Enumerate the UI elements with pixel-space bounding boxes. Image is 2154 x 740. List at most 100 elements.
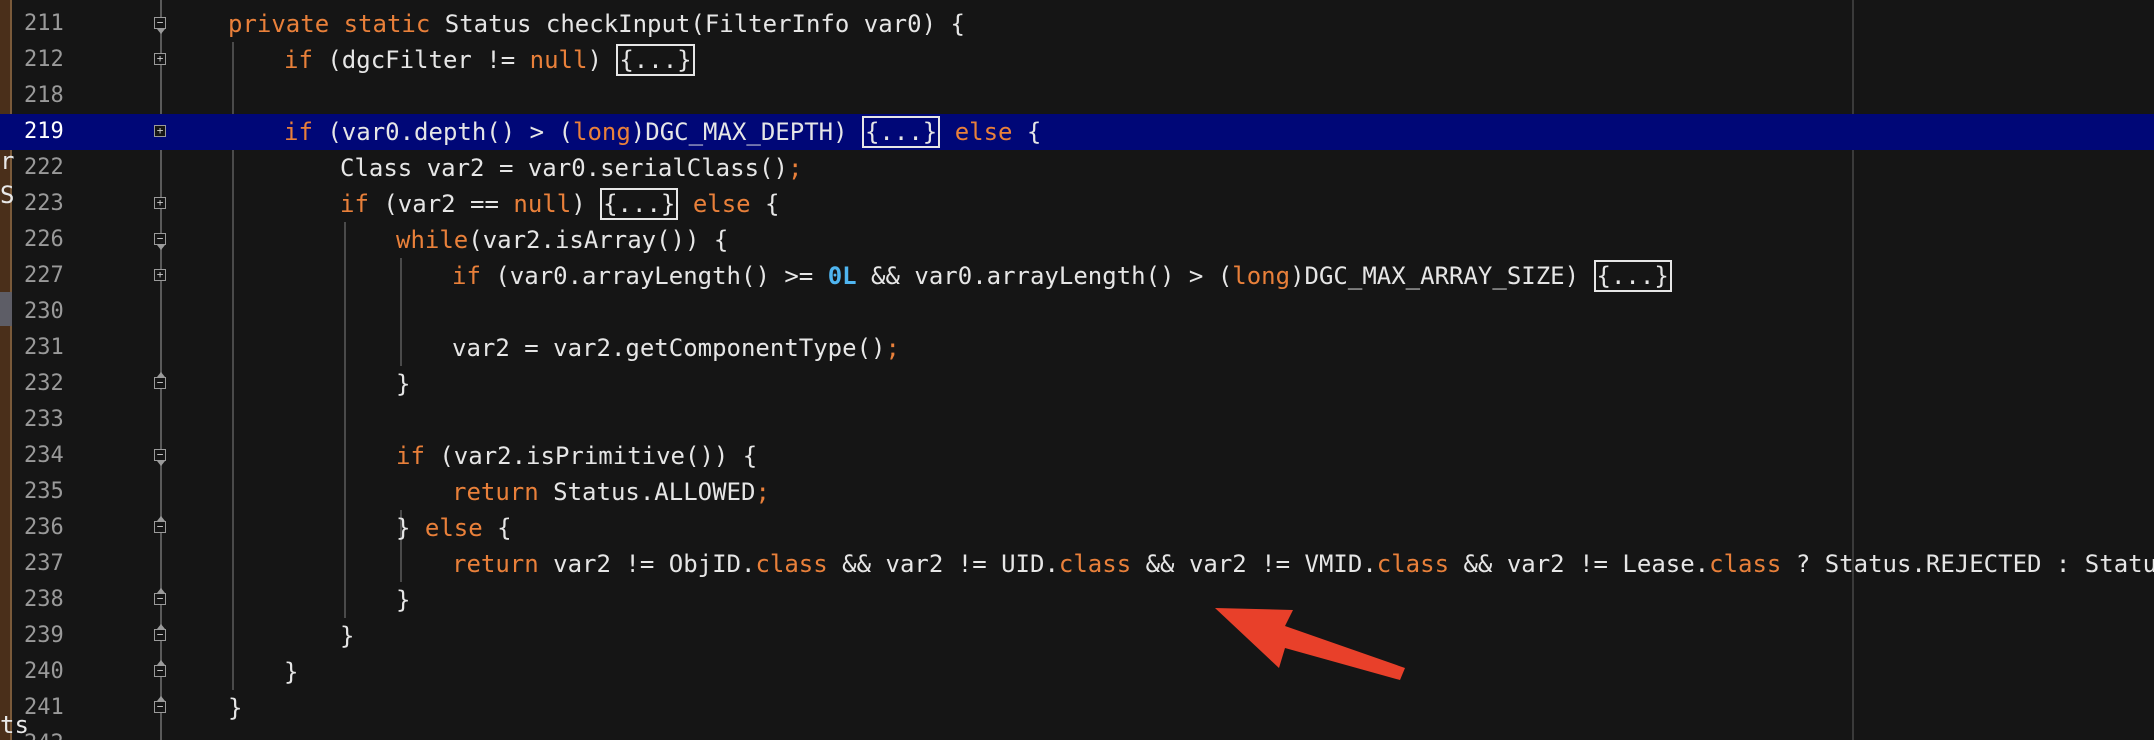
line-number[interactable]: 211 <box>24 6 84 42</box>
code-text[interactable]: } <box>228 690 242 726</box>
code-line[interactable]: 239 −} <box>0 618 2154 654</box>
code-line[interactable]: 241 −} <box>0 690 2154 726</box>
line-number[interactable]: 219 <box>24 114 84 150</box>
code-token: { <box>482 514 512 542</box>
keyword-token: long <box>1232 262 1291 290</box>
code-text[interactable]: private static Status checkInput(FilterI… <box>228 6 965 42</box>
code-line[interactable]: 212 + if (dgcFilter != null) {...} <box>0 42 2154 78</box>
line-number[interactable]: 236 <box>24 510 84 546</box>
code-token: Status checkInput(FilterInfo var0) { <box>430 10 965 38</box>
line-number[interactable]: 235 <box>24 474 84 510</box>
code-text[interactable]: var2 = var2.getComponentType(); <box>452 330 900 366</box>
code-token: )DGC_MAX_DEPTH) <box>630 118 862 146</box>
fold-end-icon[interactable]: − <box>154 624 166 641</box>
code-token: )DGC_MAX_ARRAY_SIZE) <box>1290 262 1594 290</box>
fold-expand-icon[interactable]: + <box>154 53 166 65</box>
code-text[interactable]: if (var0.arrayLength() >= 0L && var0.arr… <box>452 258 1672 294</box>
code-token: { <box>750 190 780 218</box>
line-number[interactable]: 239 <box>24 618 84 654</box>
line-number[interactable]: 212 <box>24 42 84 78</box>
fold-collapse-icon[interactable]: − <box>154 233 166 250</box>
code-token: (var2.isPrimitive()) { <box>424 442 758 470</box>
code-text[interactable]: if (var0.depth() > (long)DGC_MAX_DEPTH) … <box>284 114 1041 150</box>
folded-block-button[interactable]: {...} <box>616 44 695 76</box>
code-text[interactable]: } <box>284 654 298 690</box>
code-line[interactable]: 222 Class var2 = var0.serialClass(); <box>0 150 2154 186</box>
code-line[interactable]: 230 <box>0 294 2154 330</box>
line-number[interactable]: 231 <box>24 330 84 366</box>
code-text[interactable]: return var2 != ObjID.class && var2 != UI… <box>452 546 2154 582</box>
code-text[interactable]: } <box>396 366 410 402</box>
code-line[interactable]: 236 − } else { <box>0 510 2154 546</box>
line-number[interactable]: 237 <box>24 546 84 582</box>
code-line[interactable]: 211 − private static Status checkInput(Fil… <box>0 6 2154 42</box>
folded-block-button[interactable]: {...} <box>861 116 941 148</box>
code-line[interactable]: 232 −} <box>0 366 2154 402</box>
keyword-token: ; <box>755 478 770 506</box>
keyword-token: if <box>284 46 313 74</box>
code-text[interactable]: } <box>396 582 410 618</box>
code-line[interactable]: 218 <box>0 78 2154 114</box>
code-line[interactable]: 238 −} <box>0 582 2154 618</box>
fold-end-icon[interactable]: − <box>154 660 166 677</box>
line-number[interactable]: 240 <box>24 654 84 690</box>
code-token: var2 != ObjID. <box>538 550 756 578</box>
line-number[interactable]: 241 <box>24 690 84 726</box>
line-number[interactable]: 222 <box>24 150 84 186</box>
line-number[interactable]: 226 <box>24 222 84 258</box>
keyword-token: ; <box>885 334 900 362</box>
fold-end-icon[interactable]: − <box>154 372 166 389</box>
code-token: && var2 != VMID. <box>1131 550 1377 578</box>
line-number[interactable]: 238 <box>24 582 84 618</box>
code-line[interactable]: 242 <box>0 726 2154 740</box>
code-line[interactable]: 219 + if (var0.depth() > (long)DGC_MAX_DEP… <box>0 114 2154 150</box>
code-token: Class var2 = var0.serialClass() <box>340 154 788 182</box>
line-number[interactable]: 227 <box>24 258 84 294</box>
code-token: && var0.arrayLength() > ( <box>856 262 1233 290</box>
fold-collapse-icon[interactable]: − <box>154 449 166 466</box>
code-text[interactable]: while(var2.isArray()) { <box>396 222 728 258</box>
code-line[interactable]: 223 + if (var2 == null) {...} else { <box>0 186 2154 222</box>
code-text[interactable]: } else { <box>396 510 512 546</box>
fold-end-icon[interactable]: − <box>154 588 166 605</box>
keyword-token: else <box>954 118 1013 146</box>
code-line[interactable]: 235 return Status.ALLOWED; <box>0 474 2154 510</box>
line-number[interactable]: 234 <box>24 438 84 474</box>
fold-end-icon[interactable]: − <box>154 696 166 713</box>
code-text[interactable]: if (var2.isPrimitive()) { <box>396 438 757 474</box>
fold-end-icon[interactable]: − <box>154 516 166 533</box>
code-editor[interactable]: r S ts 211− private static Status checkIn… <box>0 0 2154 740</box>
code-line[interactable]: 237 return var2 != ObjID.class && var2 !=… <box>0 546 2154 582</box>
folded-block-button[interactable]: {...} <box>1593 260 1672 292</box>
code-token: } <box>340 622 355 650</box>
line-number[interactable]: 223 <box>24 186 84 222</box>
code-token: (var2 == <box>368 190 514 218</box>
code-text[interactable]: Class var2 = var0.serialClass(); <box>340 150 802 186</box>
code-text[interactable]: if (var2 == null) {...} else { <box>340 186 780 222</box>
keyword-token: if <box>452 262 481 290</box>
code-line[interactable]: 231 var2 = var2.getComponentType(); <box>0 330 2154 366</box>
fold-expand-icon[interactable]: + <box>154 269 166 281</box>
code-line[interactable]: 240 −} <box>0 654 2154 690</box>
line-number[interactable]: 233 <box>24 402 84 438</box>
code-text[interactable]: } <box>340 618 354 654</box>
code-token: (var2.isArray()) { <box>468 226 729 254</box>
code-token: var2 = var2.getComponentType() <box>452 334 886 362</box>
code-line[interactable]: 227 + if (var0.arrayLength() >= 0L && var0… <box>0 258 2154 294</box>
fold-expand-icon[interactable]: + <box>154 125 166 137</box>
folded-block-button[interactable]: {...} <box>600 188 679 220</box>
fold-expand-icon[interactable]: + <box>154 197 166 209</box>
line-number[interactable]: 230 <box>24 294 84 330</box>
line-number[interactable]: 242 <box>24 726 84 740</box>
line-number[interactable]: 232 <box>24 366 84 402</box>
fold-collapse-icon[interactable]: − <box>154 17 166 34</box>
line-number[interactable]: 218 <box>24 78 84 114</box>
code-line[interactable]: 233 <box>0 402 2154 438</box>
code-line[interactable]: 234 − if (var2.isPrimitive()) { <box>0 438 2154 474</box>
keyword-token: if <box>340 190 369 218</box>
code-text[interactable]: if (dgcFilter != null) {...} <box>284 42 695 78</box>
keyword-token: class <box>1376 550 1450 578</box>
code-token: ? Status.REJECTED : Status.AL <box>1795 550 2154 578</box>
code-text[interactable]: return Status.ALLOWED; <box>452 474 770 510</box>
code-line[interactable]: 226 − while(var2.isArray()) { <box>0 222 2154 258</box>
